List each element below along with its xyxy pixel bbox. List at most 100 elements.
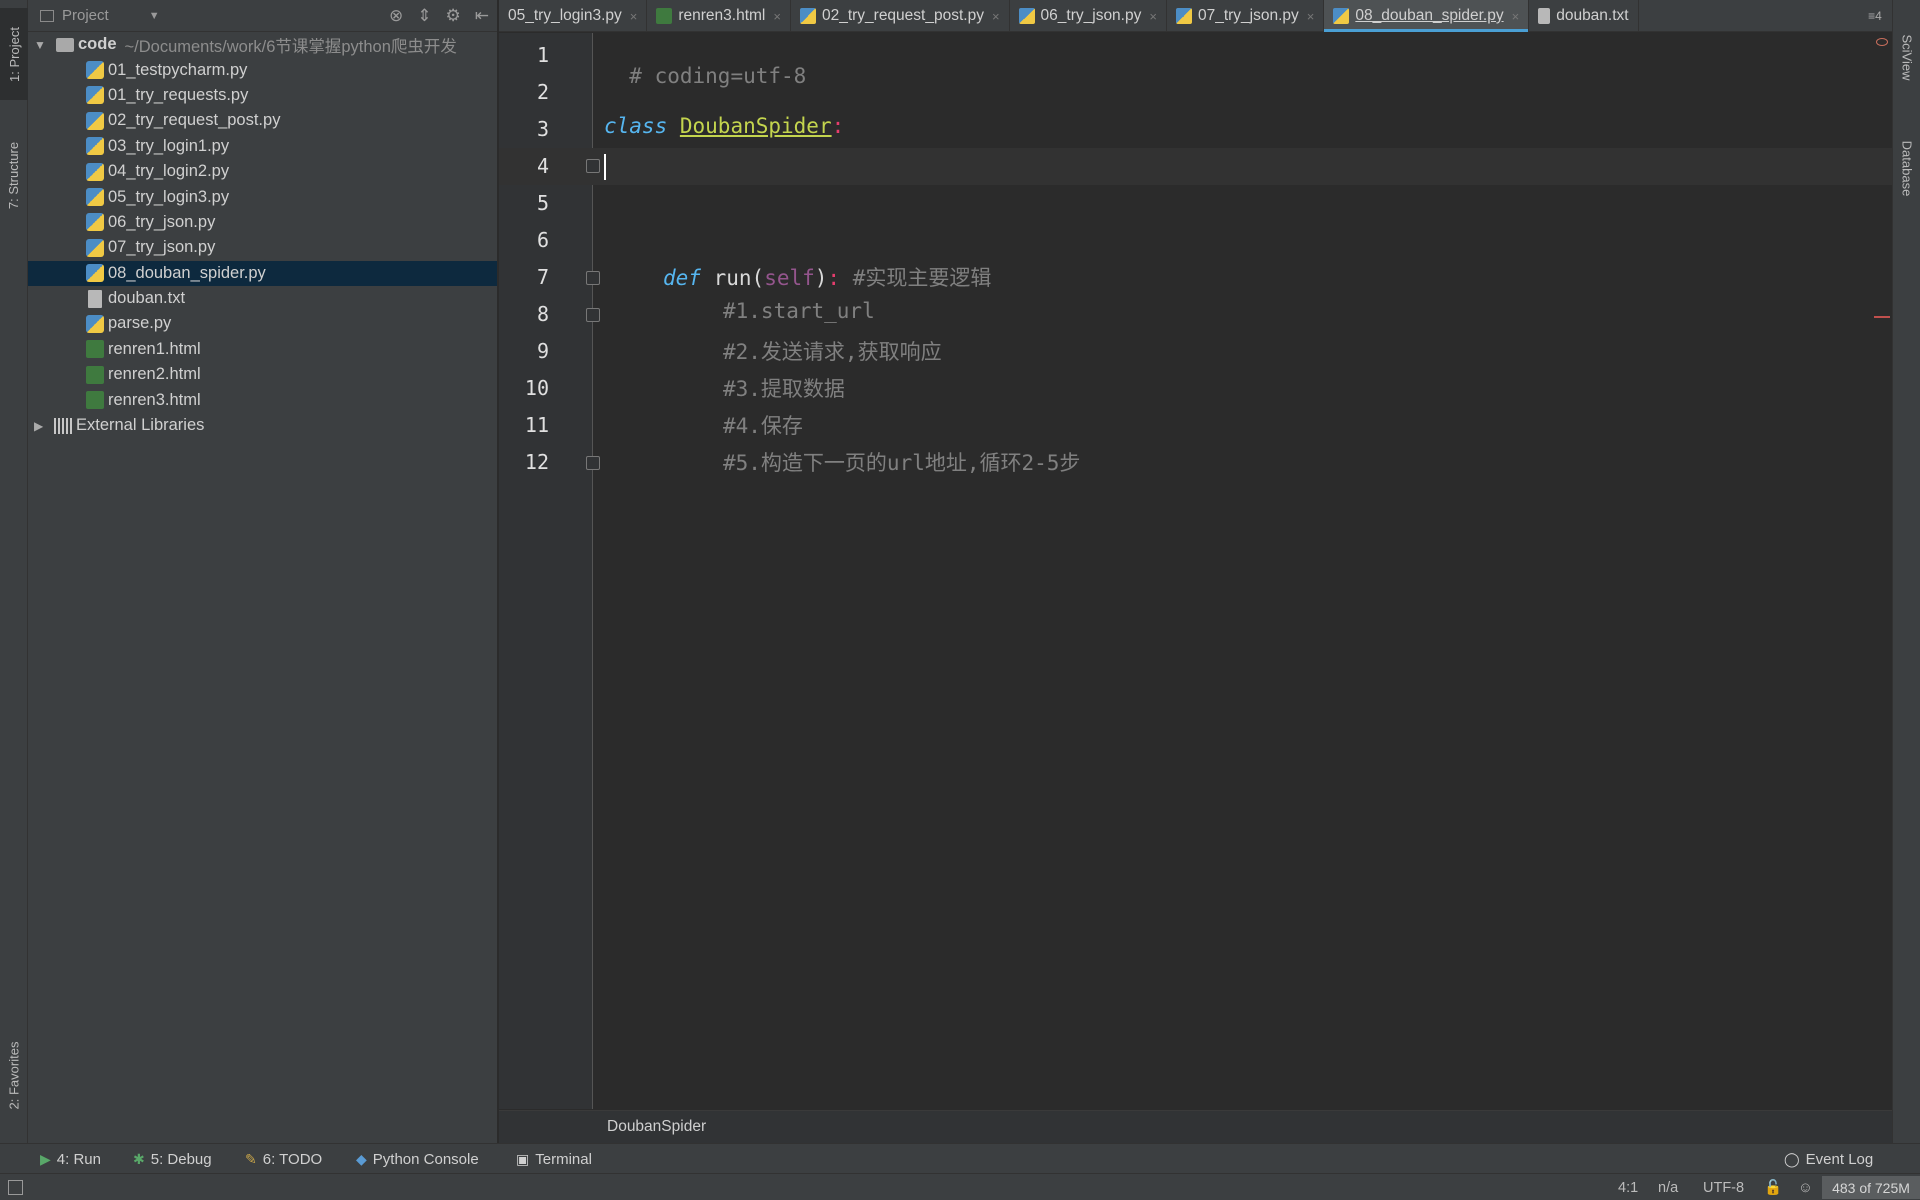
breadcrumb-item[interactable]: DoubanSpider <box>607 1118 706 1136</box>
tool-windows-toggle-icon[interactable] <box>8 1180 23 1195</box>
tree-file-item[interactable]: renren2.html <box>28 362 497 387</box>
close-icon[interactable]: × <box>1149 9 1157 24</box>
line-number: 4 <box>536 154 549 178</box>
tabs-overflow-button[interactable]: ≡4 <box>1858 0 1892 32</box>
code-line-7[interactable]: def run(self): #实现主要逻辑 <box>663 262 991 292</box>
line-number: 3 <box>536 117 549 141</box>
line-number: 9 <box>536 339 549 363</box>
file-name: 06_try_json.py <box>108 212 216 231</box>
file-name: 01_try_requests.py <box>108 85 249 104</box>
text-caret <box>604 154 606 180</box>
text-file-icon <box>1538 8 1551 24</box>
tree-file-item[interactable]: douban.txt <box>28 286 497 311</box>
editor-tab[interactable]: douban.txt <box>1529 0 1639 32</box>
line-number: 12 <box>524 450 549 474</box>
tree-file-item[interactable]: 03_try_login1.py <box>28 134 497 159</box>
code-line-11[interactable]: #4.保存 <box>723 410 803 440</box>
editor-tab[interactable]: renren3.html × <box>647 0 791 32</box>
terminal-tool-button[interactable]: ▣ Terminal <box>516 1144 592 1174</box>
file-encoding[interactable]: UTF-8 <box>1703 1174 1744 1200</box>
editor-tab[interactable]: 07_try_json.py × <box>1167 0 1325 32</box>
code-line-12[interactable]: #5.构造下一页的url地址,循环2-5步 <box>723 447 1080 477</box>
fold-marker-icon[interactable] <box>586 159 600 173</box>
chevron-down-icon[interactable]: ▼ <box>149 10 160 22</box>
root-folder-name: code <box>78 35 117 54</box>
error-stripe-marker[interactable] <box>1874 316 1890 318</box>
close-icon[interactable]: × <box>773 9 781 24</box>
locate-file-icon[interactable]: ⊗ <box>389 6 403 26</box>
gear-icon[interactable]: ⚙ <box>446 6 461 26</box>
tree-file-item[interactable]: 05_try_login3.py <box>28 184 497 209</box>
file-name: parse.py <box>108 314 172 333</box>
database-tool-tab[interactable]: Database <box>1893 118 1920 218</box>
event-log-tool-button[interactable]: ◯ Event Log <box>1784 1144 1873 1174</box>
code-line-3[interactable]: class DoubanSpider: <box>604 114 844 138</box>
event-log-icon: ◯ <box>1784 1150 1800 1167</box>
tree-root-folder[interactable]: ▼ code ~/Documents/work/6节课掌握python爬虫开发 <box>28 32 497 57</box>
line-number: 6 <box>536 228 549 252</box>
project-view-selector[interactable]: Project <box>62 7 109 24</box>
debug-tool-button[interactable]: ✱ 5: Debug <box>133 1144 212 1174</box>
tree-file-item[interactable]: renren1.html <box>28 337 497 362</box>
project-panel: Project ▼ ⊗ ⇕ ⚙ ⇤ ▼ code ~/Documents/wor… <box>28 0 498 1143</box>
hide-panel-icon[interactable]: ⇤ <box>475 6 489 26</box>
collapse-all-icon[interactable]: ⇕ <box>417 6 431 26</box>
inspection-eye-icon[interactable] <box>1876 38 1888 46</box>
run-tool-button[interactable]: ▶ 4: Run <box>40 1144 101 1174</box>
python-console-tool-button[interactable]: ◆ Python Console <box>356 1144 479 1174</box>
code-editor[interactable] <box>594 33 1892 1109</box>
file-name: 05_try_login3.py <box>108 187 230 206</box>
expand-arrow-icon[interactable]: ▼ <box>34 38 48 52</box>
caret-position[interactable]: 4:1 <box>1618 1174 1638 1200</box>
editor-tab[interactable]: 05_try_login3.py × <box>499 0 648 32</box>
project-tool-tab[interactable]: 1: Project <box>0 8 28 100</box>
tree-file-item[interactable]: 04_try_login2.py <box>28 159 497 184</box>
lock-icon[interactable]: 🔓 <box>1764 1174 1782 1200</box>
tree-file-item[interactable]: 07_try_json.py <box>28 235 497 260</box>
file-name: 01_testpycharm.py <box>108 60 248 79</box>
editor-tab-label: renren3.html <box>678 7 766 24</box>
tree-file-item[interactable]: 01_try_requests.py <box>28 83 497 108</box>
tool-window-bar: ▶ 4: Run ✱ 5: Debug ✎ 6: TODO ◆ Python C… <box>0 1143 1920 1173</box>
close-icon[interactable]: × <box>1512 9 1520 24</box>
sciview-tool-tab[interactable]: SciView <box>1893 12 1920 102</box>
editor-tab[interactable]: 08_douban_spider.py × <box>1324 0 1530 32</box>
code-line-8[interactable]: #1.start_url <box>723 299 875 323</box>
code-line-10[interactable]: #3.提取数据 <box>723 373 845 403</box>
file-name: douban.txt <box>108 289 186 308</box>
file-name: renren3.html <box>108 390 201 409</box>
tree-file-item[interactable]: 06_try_json.py <box>28 210 497 235</box>
inspector-icon[interactable]: ☺ <box>1798 1174 1813 1200</box>
todo-icon: ✎ <box>245 1150 257 1167</box>
debug-icon: ✱ <box>133 1150 145 1167</box>
editor-tab[interactable]: 02_try_request_post.py × <box>791 0 1010 32</box>
code-line-9[interactable]: #2.发送请求,获取响应 <box>723 336 942 366</box>
todo-tool-button[interactable]: ✎ 6: TODO <box>245 1144 322 1174</box>
tree-file-item[interactable]: 02_try_request_post.py <box>28 108 497 133</box>
tree-external-libraries[interactable]: ▶ External Libraries <box>28 413 497 438</box>
fold-marker-icon[interactable] <box>586 271 600 285</box>
editor-tab-label: douban.txt <box>1556 7 1629 24</box>
code-line-1[interactable]: # coding=utf-8 <box>604 40 806 88</box>
line-number: 2 <box>536 80 549 104</box>
close-icon[interactable]: × <box>1307 9 1315 24</box>
editor-tab-label: 07_try_json.py <box>1197 7 1299 24</box>
tree-file-item[interactable]: renren3.html <box>28 387 497 412</box>
editor-tab[interactable]: 06_try_json.py × <box>1010 0 1167 32</box>
close-icon[interactable]: × <box>992 9 1000 24</box>
function-name: run <box>713 266 752 290</box>
favorites-tool-tab[interactable]: 2: Favorites <box>0 1020 28 1130</box>
tree-file-item[interactable]: 08_douban_spider.py <box>28 260 497 286</box>
memory-indicator[interactable]: 483 of 725M <box>1822 1176 1920 1199</box>
file-name: 03_try_login1.py <box>108 136 230 155</box>
expand-arrow-icon[interactable]: ▶ <box>34 419 48 433</box>
fold-marker-icon[interactable] <box>586 308 600 322</box>
tree-file-item[interactable]: 01_testpycharm.py <box>28 57 497 82</box>
text-file-icon <box>88 289 102 308</box>
fold-marker-icon[interactable] <box>586 456 600 470</box>
class-name: DoubanSpider <box>679 114 832 138</box>
line-separator[interactable]: n/a <box>1658 1174 1678 1200</box>
structure-tool-tab[interactable]: 7: Structure <box>0 120 28 230</box>
close-icon[interactable]: × <box>630 9 638 24</box>
tree-file-item[interactable]: parse.py <box>28 311 497 336</box>
